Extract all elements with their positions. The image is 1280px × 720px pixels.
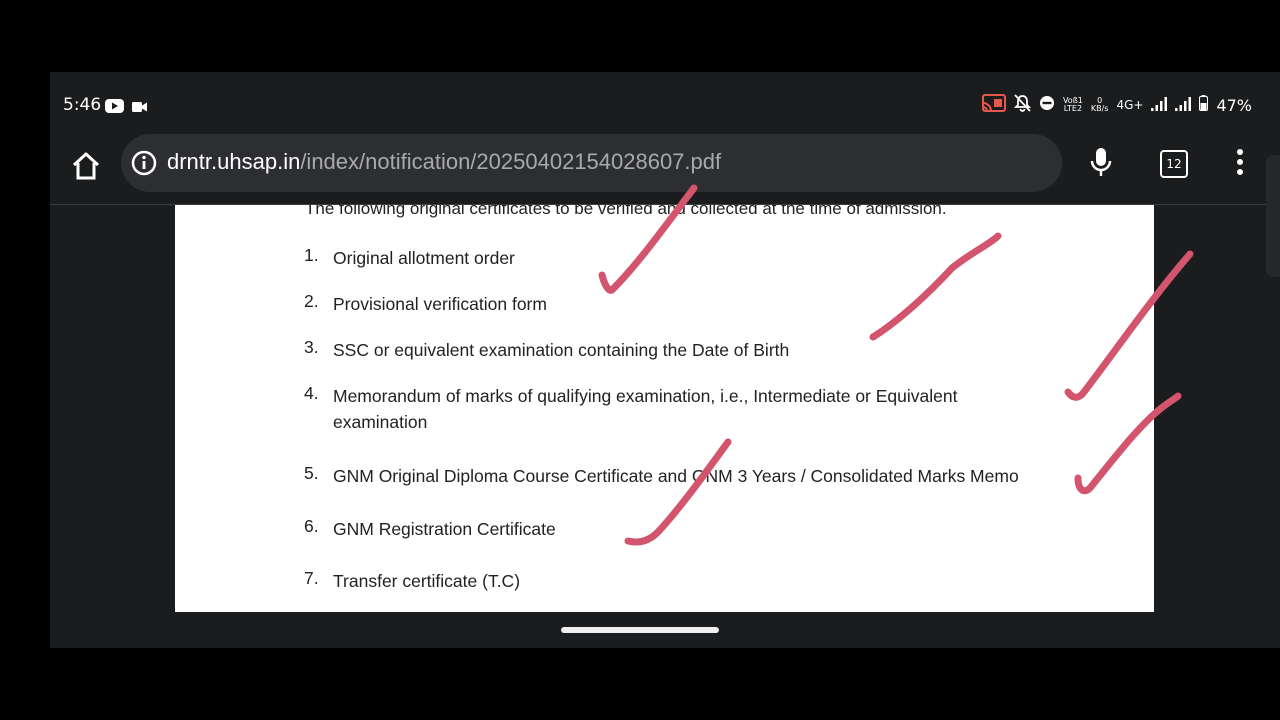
document-intro: The following original certificates to b…: [305, 205, 947, 218]
battery-icon: [1199, 95, 1209, 115]
bell-off-icon: [1013, 94, 1032, 116]
address-bar[interactable]: drntr.uhsap.in/index/notification/202504…: [121, 134, 1062, 192]
network-type: 4G+: [1116, 98, 1144, 112]
list-item-text: GNM Original Diploma Course Certificate …: [333, 466, 1019, 486]
signal-icon: [1151, 96, 1168, 115]
home-indicator[interactable]: [561, 627, 719, 633]
tab-switcher-button[interactable]: 12: [1160, 150, 1188, 178]
list-item-text: Original allotment order: [333, 248, 515, 268]
volte-line-2: LTE2: [1063, 104, 1083, 113]
battery-percent: 47%: [1216, 95, 1252, 115]
list-item-text: SSC or equivalent examination containing…: [333, 340, 790, 360]
more-menu-icon[interactable]: [1236, 148, 1244, 180]
signal-icon: [1175, 96, 1192, 115]
pdf-page[interactable]: The following original certificates to b…: [175, 205, 1154, 612]
url-text[interactable]: drntr.uhsap.in/index/notification/202504…: [167, 149, 721, 175]
data-speed-icon: 0 KB/s: [1091, 97, 1109, 113]
status-icons: Voß1 LTE2 0 KB/s 4G+ 47%: [981, 94, 1252, 116]
url-path: /index/notification/20250402154028607.pd…: [300, 149, 722, 174]
browser-toolbar: drntr.uhsap.in/index/notification/202504…: [50, 134, 1280, 204]
volte-icon: Voß1 LTE2: [1063, 97, 1083, 113]
do-not-disturb-icon: [1039, 95, 1055, 115]
youtube-icon: [105, 98, 124, 117]
list-item-text: GNM Registration Certificate: [333, 519, 556, 539]
data-speed-unit: KB/s: [1090, 104, 1109, 113]
list-item-number: 4.: [304, 383, 319, 403]
info-icon[interactable]: [131, 150, 157, 180]
list-item-number: 6.: [304, 516, 319, 536]
microphone-icon[interactable]: [1090, 147, 1112, 183]
edge-panel-handle[interactable]: [1266, 155, 1280, 277]
list-item-number: 2.: [304, 291, 319, 311]
home-icon[interactable]: [70, 150, 102, 182]
list-item-text: Memorandum of marks of qualifying examin…: [333, 386, 958, 432]
list-item-number: 5.: [304, 463, 319, 483]
status-bar: 5:46 Voß1 LTE2 0 KB/s 4G+ 47%: [50, 72, 1280, 134]
status-time: 5:46: [63, 95, 102, 115]
video-camera-icon: [132, 98, 148, 117]
cast-icon: [981, 94, 1006, 116]
list-item-text: Provisional verification form: [333, 294, 547, 314]
list-item-number: 7.: [304, 568, 319, 588]
list-item-text: Transfer certificate (T.C): [333, 571, 521, 591]
list-item-number: 1.: [304, 245, 319, 265]
phone-screen: 5:46 Voß1 LTE2 0 KB/s 4G+ 47% drntr.uhsa…: [50, 72, 1280, 648]
list-item-number: 3.: [304, 337, 319, 357]
url-host: drntr.uhsap.in: [167, 149, 301, 174]
